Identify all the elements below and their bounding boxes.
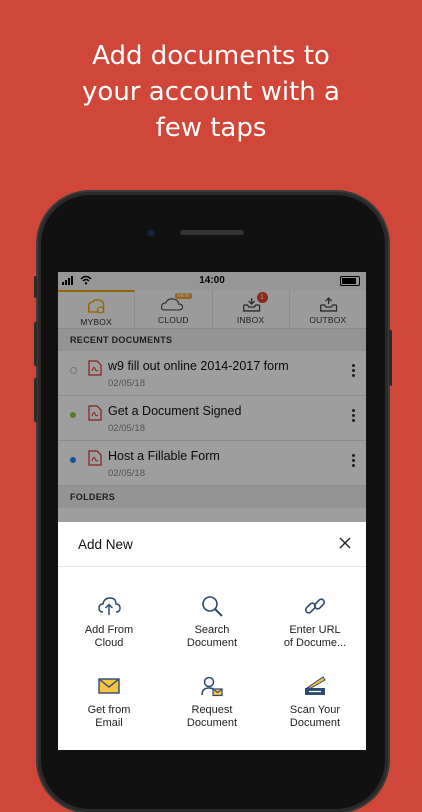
phone-frame: 14:00 MYBOX NEW CLOUD 1 INBOX OUTBOX REC…: [34, 192, 392, 812]
link-icon: [304, 598, 326, 614]
enter-url-option[interactable]: Enter URL of Docume...: [265, 594, 365, 650]
headline-line-1: Add documents to: [92, 41, 330, 71]
option-label-line1: Enter URL: [289, 624, 341, 636]
scan-document-option[interactable]: Scan Your Document: [265, 674, 365, 730]
add-from-cloud-option[interactable]: Add From Cloud: [59, 594, 159, 650]
option-label-line2: Cloud: [94, 637, 124, 649]
get-from-email-option[interactable]: Get from Email: [59, 674, 159, 730]
cloud-upload-icon: [98, 597, 121, 615]
option-label-line2: Document: [186, 637, 238, 649]
headline-line-3: few taps: [155, 113, 267, 143]
sheet-header: Add New: [58, 522, 366, 567]
search-icon: [202, 596, 223, 617]
search-document-option[interactable]: Search Document: [162, 594, 262, 650]
request-user-icon: [201, 676, 223, 697]
scan-icon: [305, 676, 326, 695]
volume-down-button: [34, 378, 37, 422]
headline-line-2: your account with a: [82, 77, 340, 107]
option-label-line2: Email: [95, 717, 123, 729]
option-label-line2: Document: [186, 717, 238, 729]
mute-switch: [34, 276, 37, 298]
add-new-sheet: Add New Add From Cloud Search Document E…: [58, 522, 366, 750]
option-label-line2: of Docume...: [283, 637, 347, 649]
option-label-line1: Scan Your: [289, 704, 341, 716]
option-label-line1: Get from: [87, 704, 131, 716]
option-label-line1: Search: [194, 624, 230, 636]
option-label-line1: Request: [191, 704, 233, 716]
front-camera: [146, 228, 156, 238]
close-icon[interactable]: [338, 536, 352, 550]
option-label-line1: Add From: [84, 624, 134, 636]
option-label-line2: Document: [289, 717, 341, 729]
request-document-option[interactable]: Request Document: [162, 674, 262, 730]
mail-icon: [98, 678, 120, 694]
app-screen: 14:00 MYBOX NEW CLOUD 1 INBOX OUTBOX REC…: [58, 272, 366, 750]
volume-up-button: [34, 322, 37, 366]
promo-headline: Add documents to your account with a few…: [0, 38, 422, 146]
power-button: [389, 330, 392, 386]
earpiece-speaker: [180, 230, 244, 235]
sheet-title: Add New: [78, 537, 133, 552]
